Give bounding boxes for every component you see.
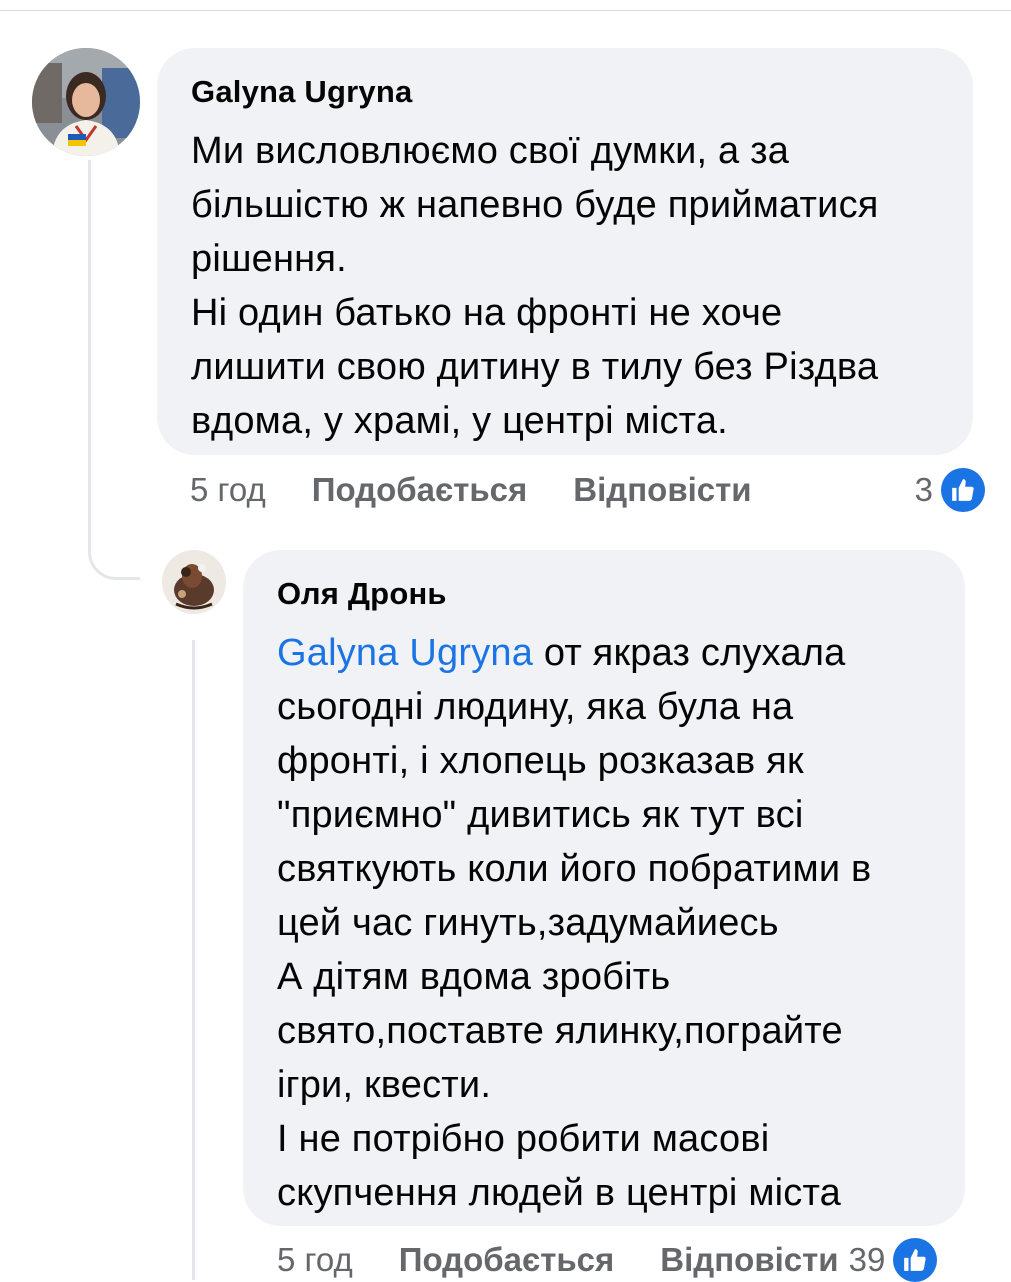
comment-author[interactable]: Оля Дронь [277, 576, 931, 612]
reply-bubble: Оля Дронь Galyna Ugryna от якраз слухала… [243, 550, 965, 1226]
comment-text-body: от якраз слухала сьогодні людину, яка бу… [277, 632, 872, 1214]
reaction-count: 3 [914, 471, 933, 508]
reply-button[interactable]: Відповісти [573, 471, 751, 509]
thread-line [88, 160, 91, 550]
thumbs-up-icon [941, 468, 985, 512]
avatar[interactable] [162, 550, 226, 614]
comment-author[interactable]: Galyna Ugryna [191, 74, 939, 110]
thread-connector [88, 540, 140, 580]
avatar[interactable] [32, 48, 140, 156]
like-button[interactable]: Подобається [399, 1241, 615, 1279]
reaction-summary[interactable]: 3 [915, 468, 985, 512]
comment-bubble: Galyna Ugryna Ми висловлюємо свої думки,… [157, 48, 973, 455]
like-button[interactable]: Подобається [312, 471, 528, 509]
comment-time[interactable]: 5 год [277, 1241, 353, 1279]
comment-text: Galyna Ugryna от якраз слухала сьогодні … [277, 626, 931, 1220]
reply-thread-line [192, 640, 195, 1280]
reaction-count: 39 [848, 1241, 886, 1278]
comment-text: Ми висловлюємо свої думки, а за більшіст… [191, 130, 879, 442]
thumbs-up-icon [893, 1238, 938, 1282]
comment-time[interactable]: 5 год [190, 471, 266, 509]
mention-link[interactable]: Galyna Ugryna [277, 632, 533, 674]
top-divider [0, 10, 1011, 11]
comment-actions: 5 год Подобається Відповісти 39 [277, 1238, 985, 1282]
reply-button[interactable]: Відповісти [660, 1241, 838, 1279]
reaction-summary[interactable]: 39 [849, 1238, 938, 1282]
comment-actions: 5 год Подобається Відповісти 3 [190, 468, 985, 512]
